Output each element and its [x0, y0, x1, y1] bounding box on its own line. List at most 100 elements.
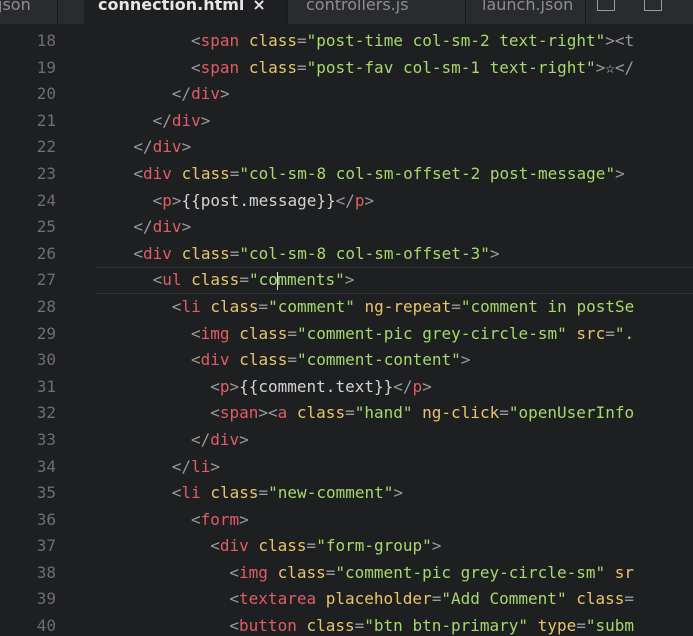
- code-line[interactable]: 36 <form>: [0, 507, 693, 534]
- code-token: =: [605, 323, 615, 343]
- code-line[interactable]: 35 <li class="new-comment">: [0, 480, 693, 507]
- code-area[interactable]: 18 <span class="post-time col-sm-2 text-r…: [0, 28, 693, 636]
- code-token: "comments": [248, 270, 345, 290]
- code-token: =: [296, 57, 307, 77]
- code-line[interactable]: 39 <textarea placeholder="Add Comment" cl…: [0, 586, 693, 613]
- line-number: 39: [36, 589, 56, 609]
- tab-label: controllers.js: [306, 0, 409, 14]
- code-token: <: [191, 350, 201, 370]
- code-token: "comment-content": [297, 350, 461, 370]
- tab-controllers-js[interactable]: controllers.js: [288, 0, 466, 24]
- code-token: span: [200, 31, 240, 50]
- code-token: =: [431, 589, 442, 609]
- code-line[interactable]: 32 <span><a class="hand" ng-click="openUs…: [0, 400, 693, 427]
- code-text: <textarea placeholder="Add Comment" clas…: [95, 586, 634, 613]
- code-token: p: [354, 190, 365, 210]
- code-token: "post-time col-sm-2 text-right": [306, 31, 606, 50]
- open-changes-icon[interactable]: [597, 0, 615, 11]
- code-token: =: [345, 403, 355, 423]
- code-token: div: [152, 137, 182, 157]
- line-number: 33: [36, 429, 56, 449]
- line-number: 23: [36, 163, 56, 183]
- code-token: =: [239, 270, 249, 290]
- code-token: >: [239, 429, 249, 449]
- code-line[interactable]: 18 <span class="post-time col-sm-2 text-r…: [0, 28, 693, 55]
- code-token: class: [277, 562, 326, 582]
- line-number: 40: [36, 616, 56, 636]
- code-line[interactable]: 25 </div>: [0, 214, 693, 241]
- code-token: <: [191, 31, 201, 50]
- code-line[interactable]: 20 </div>: [0, 81, 693, 108]
- code-token: ng-repeat: [364, 296, 452, 316]
- tab-json[interactable]: json: [0, 0, 58, 24]
- code-token: span: [200, 57, 240, 77]
- code-token: >: [489, 243, 500, 263]
- line-number: 26: [36, 243, 56, 263]
- code-token: >: [422, 376, 432, 396]
- code-token: class: [239, 323, 288, 343]
- code-token: "openUserInfo: [508, 403, 635, 423]
- code-line[interactable]: 22 </div>: [0, 134, 693, 161]
- code-line[interactable]: 38 <img class="comment-pic grey-circle-sm…: [0, 560, 693, 587]
- code-line[interactable]: 27 <ul class="comments">: [0, 267, 693, 294]
- tab-connection-html[interactable]: connection.html ×: [84, 0, 288, 24]
- code-token: <: [229, 589, 240, 609]
- line-number: 24: [36, 190, 56, 210]
- code-token: img: [239, 562, 268, 582]
- tab-close-button[interactable]: ×: [252, 0, 265, 14]
- code-token: =: [624, 589, 635, 609]
- tab-launch-json[interactable]: launch.json: [466, 0, 586, 24]
- code-token: ☆: [605, 57, 615, 77]
- code-line[interactable]: 34 </li>: [0, 454, 693, 481]
- code-line[interactable]: 37 <div class="form-group">: [0, 533, 693, 560]
- line-number: 28: [36, 296, 56, 316]
- code-editor[interactable]: json connection.html × controllers.js lau…: [0, 0, 693, 636]
- code-token: =: [229, 163, 240, 183]
- code-token: type: [537, 616, 577, 636]
- code-line[interactable]: 40 <button class="btn btn-primary" type="…: [0, 613, 693, 636]
- code-token: =: [306, 536, 317, 556]
- code-line[interactable]: 33 </div>: [0, 427, 693, 454]
- code-line[interactable]: 28 <li class="comment" ng-repeat="comment…: [0, 294, 693, 321]
- code-text: <button class="btn btn-primary" type="su…: [95, 613, 634, 636]
- code-line[interactable]: 24 <p>{{post.message}}</p>: [0, 188, 693, 215]
- code-token: <: [210, 403, 220, 423]
- line-number: 30: [36, 350, 56, 370]
- code-token: </: [191, 429, 211, 449]
- code-token: >: [393, 483, 404, 503]
- code-token: class: [181, 163, 230, 183]
- code-token: placeholder: [325, 589, 432, 609]
- code-token: "Add Comment": [441, 589, 567, 609]
- code-line[interactable]: 23 <div class="col-sm-8 col-sm-offset-2 p…: [0, 161, 693, 188]
- line-number: 31: [36, 376, 56, 396]
- code-line[interactable]: 30 <div class="comment-content">: [0, 347, 693, 374]
- code-line[interactable]: 31 <p>{{comment.text}}</p>: [0, 374, 693, 401]
- code-token: =: [258, 483, 269, 503]
- line-number: 37: [36, 536, 56, 556]
- tab-label: connection.html: [98, 0, 245, 14]
- code-line[interactable]: 19 <span class="post-fav col-sm-1 text-ri…: [0, 55, 693, 82]
- code-token: p: [162, 190, 172, 210]
- code-text: <form>: [95, 507, 249, 534]
- code-line[interactable]: 29 <img class="comment-pic grey-circle-sm…: [0, 321, 693, 348]
- code-token: img: [200, 323, 230, 343]
- code-token: src: [576, 323, 606, 343]
- code-line[interactable]: 21 </div>: [0, 108, 693, 135]
- code-line[interactable]: 26 <div class="col-sm-8 col-sm-offset-3">: [0, 241, 693, 268]
- code-token: >: [615, 163, 625, 183]
- code-token: div: [219, 536, 249, 556]
- tab-bar: json connection.html × controllers.js lau…: [0, 0, 693, 24]
- code-token: =: [499, 403, 509, 423]
- code-token: </: [152, 110, 172, 130]
- split-editor-icon[interactable]: [644, 0, 662, 11]
- code-token: div: [143, 163, 172, 183]
- code-text: <span><a class="hand" ng-click="openUser…: [95, 400, 634, 427]
- code-text: <ul class="comments">: [95, 267, 354, 294]
